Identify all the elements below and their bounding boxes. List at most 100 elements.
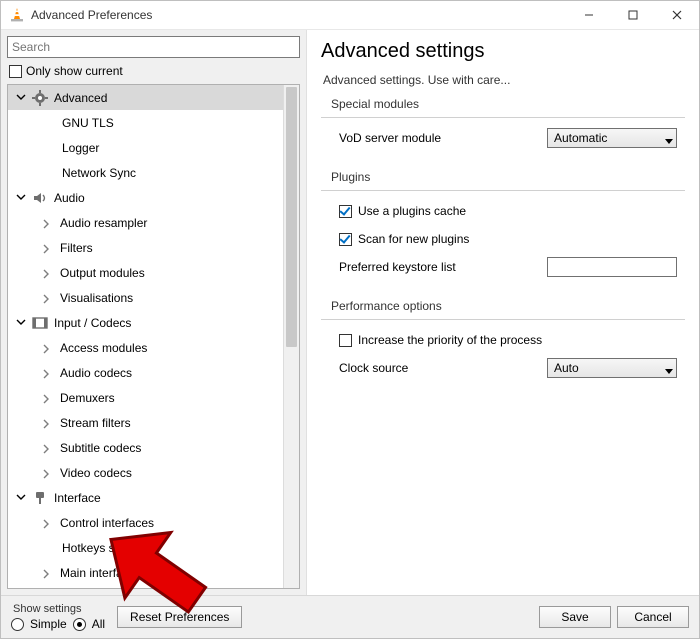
vod-server-label: VoD server module [339,131,529,145]
tree-item-visualisations[interactable]: Visualisations [8,285,284,310]
tree-scrollbar[interactable] [283,85,299,588]
dialog-body: Only show current Advanced GNU TLS Logge… [1,30,699,595]
chevron-right-icon[interactable] [42,368,52,378]
dialog-bottom-bar: Show settings Simple All Reset Preferenc… [1,595,699,638]
tree-cat-input-codecs[interactable]: Input / Codecs [8,310,284,335]
scan-plugins-label: Scan for new plugins [358,232,469,246]
show-settings-group: Show settings Simple All [11,603,105,631]
row-scan-plugins[interactable]: Scan for new plugins [339,229,677,249]
speaker-icon [32,190,48,206]
tree-viewport: Advanced GNU TLS Logger Network Sync Aud… [8,85,284,588]
tree-item-gnu-tls[interactable]: GNU TLS [8,110,284,135]
window-title: Advanced Preferences [31,8,152,22]
radio-simple-label[interactable]: Simple [30,617,67,631]
chevron-right-icon[interactable] [42,518,52,528]
chevron-right-icon[interactable] [42,443,52,453]
tree-cat-playlist[interactable]: Playlist [8,585,284,588]
tree-label: Interface [54,491,101,505]
tree-item-demuxers[interactable]: Demuxers [8,385,284,410]
chevron-right-icon[interactable] [42,568,52,578]
tree-cat-advanced[interactable]: Advanced [8,85,284,110]
keystore-label: Preferred keystore list [339,260,529,274]
chevron-right-icon[interactable] [42,343,52,353]
combo-value: Auto [554,361,579,375]
increase-priority-label: Increase the priority of the process [358,333,542,347]
chevron-down-icon [665,364,673,378]
chevron-right-icon[interactable] [42,468,52,478]
preferences-tree: Advanced GNU TLS Logger Network Sync Aud… [7,84,300,589]
chevron-down-icon[interactable] [16,317,28,329]
tree-label: Input / Codecs [54,316,131,330]
chevron-down-icon [665,134,673,148]
radio-all-label[interactable]: All [92,617,105,631]
radio-all[interactable] [73,618,86,631]
tree-item-audio-resampler[interactable]: Audio resampler [8,210,284,235]
tree-item-output-modules[interactable]: Output modules [8,260,284,285]
tree-item-audio-codecs[interactable]: Audio codecs [8,360,284,385]
clock-source-combo[interactable]: Auto [547,358,677,378]
row-increase-priority[interactable]: Increase the priority of the process [339,330,677,350]
chevron-right-icon[interactable] [42,418,52,428]
row-vod-server: VoD server module Automatic [339,128,677,148]
plugins-cache-label: Use a plugins cache [358,204,466,218]
chevron-right-icon[interactable] [42,393,52,403]
reset-preferences-button[interactable]: Reset Preferences [117,606,242,628]
tree-item-logger[interactable]: Logger [8,135,284,160]
combo-value: Automatic [554,131,607,145]
page-description: Advanced settings. Use with care... [323,73,685,87]
group-title: Performance options [331,299,685,313]
group-performance: Performance options Increase the priorit… [321,299,685,390]
left-panel: Only show current Advanced GNU TLS Logge… [1,30,307,595]
chevron-down-icon[interactable] [16,92,28,104]
plugins-cache-checkbox[interactable] [339,205,352,218]
cancel-button[interactable]: Cancel [617,606,689,628]
tree-item-audio-filters[interactable]: Filters [8,235,284,260]
vod-server-combo[interactable]: Automatic [547,128,677,148]
tree-item-hotkeys-settings[interactable]: Hotkeys settings [8,535,284,560]
row-clock-source: Clock source Auto [339,358,677,378]
codec-icon [32,315,48,331]
search-input[interactable] [7,36,300,58]
save-button[interactable]: Save [539,606,611,628]
tree-item-video-codecs[interactable]: Video codecs [8,460,284,485]
tree-label: Advanced [54,91,107,105]
scrollbar-thumb[interactable] [286,87,297,347]
group-title: Special modules [331,97,685,111]
chevron-right-icon[interactable] [42,268,52,278]
chevron-down-icon[interactable] [16,192,28,204]
tree-item-network-sync[interactable]: Network Sync [8,160,284,185]
titlebar: Advanced Preferences [1,1,699,30]
keystore-input[interactable] [547,257,677,277]
group-plugins: Plugins Use a plugins cache Scan for new… [321,170,685,289]
radio-simple[interactable] [11,618,24,631]
group-title: Plugins [331,170,685,184]
chevron-right-icon[interactable] [42,218,52,228]
tree-cat-interface[interactable]: Interface [8,485,284,510]
scan-plugins-checkbox[interactable] [339,233,352,246]
close-button[interactable] [655,1,699,29]
only-show-current-checkbox[interactable] [9,65,22,78]
minimize-button[interactable] [567,1,611,29]
group-special-modules: Special modules VoD server module Automa… [321,97,685,160]
tree-item-main-interfaces[interactable]: Main interfa [8,560,284,585]
only-show-current-row[interactable]: Only show current [9,64,300,78]
clock-source-label: Clock source [339,361,529,375]
tree-item-control-interfaces[interactable]: Control interfaces [8,510,284,535]
show-settings-label: Show settings [13,603,105,615]
row-plugins-cache[interactable]: Use a plugins cache [339,201,677,221]
maximize-button[interactable] [611,1,655,29]
increase-priority-checkbox[interactable] [339,334,352,347]
tree-item-access-modules[interactable]: Access modules [8,335,284,360]
tree-item-subtitle-codecs[interactable]: Subtitle codecs [8,435,284,460]
only-show-current-label: Only show current [26,64,123,78]
tree-item-stream-filters[interactable]: Stream filters [8,410,284,435]
chevron-right-icon[interactable] [42,243,52,253]
page-title: Advanced settings [321,40,685,63]
tree-label: Audio [54,191,85,205]
settings-panel: Advanced settings Advanced settings. Use… [307,30,699,595]
vlc-app-icon [9,7,25,23]
chevron-right-icon[interactable] [42,293,52,303]
tree-cat-audio[interactable]: Audio [8,185,284,210]
chevron-down-icon[interactable] [16,492,28,504]
gear-icon [32,90,48,106]
